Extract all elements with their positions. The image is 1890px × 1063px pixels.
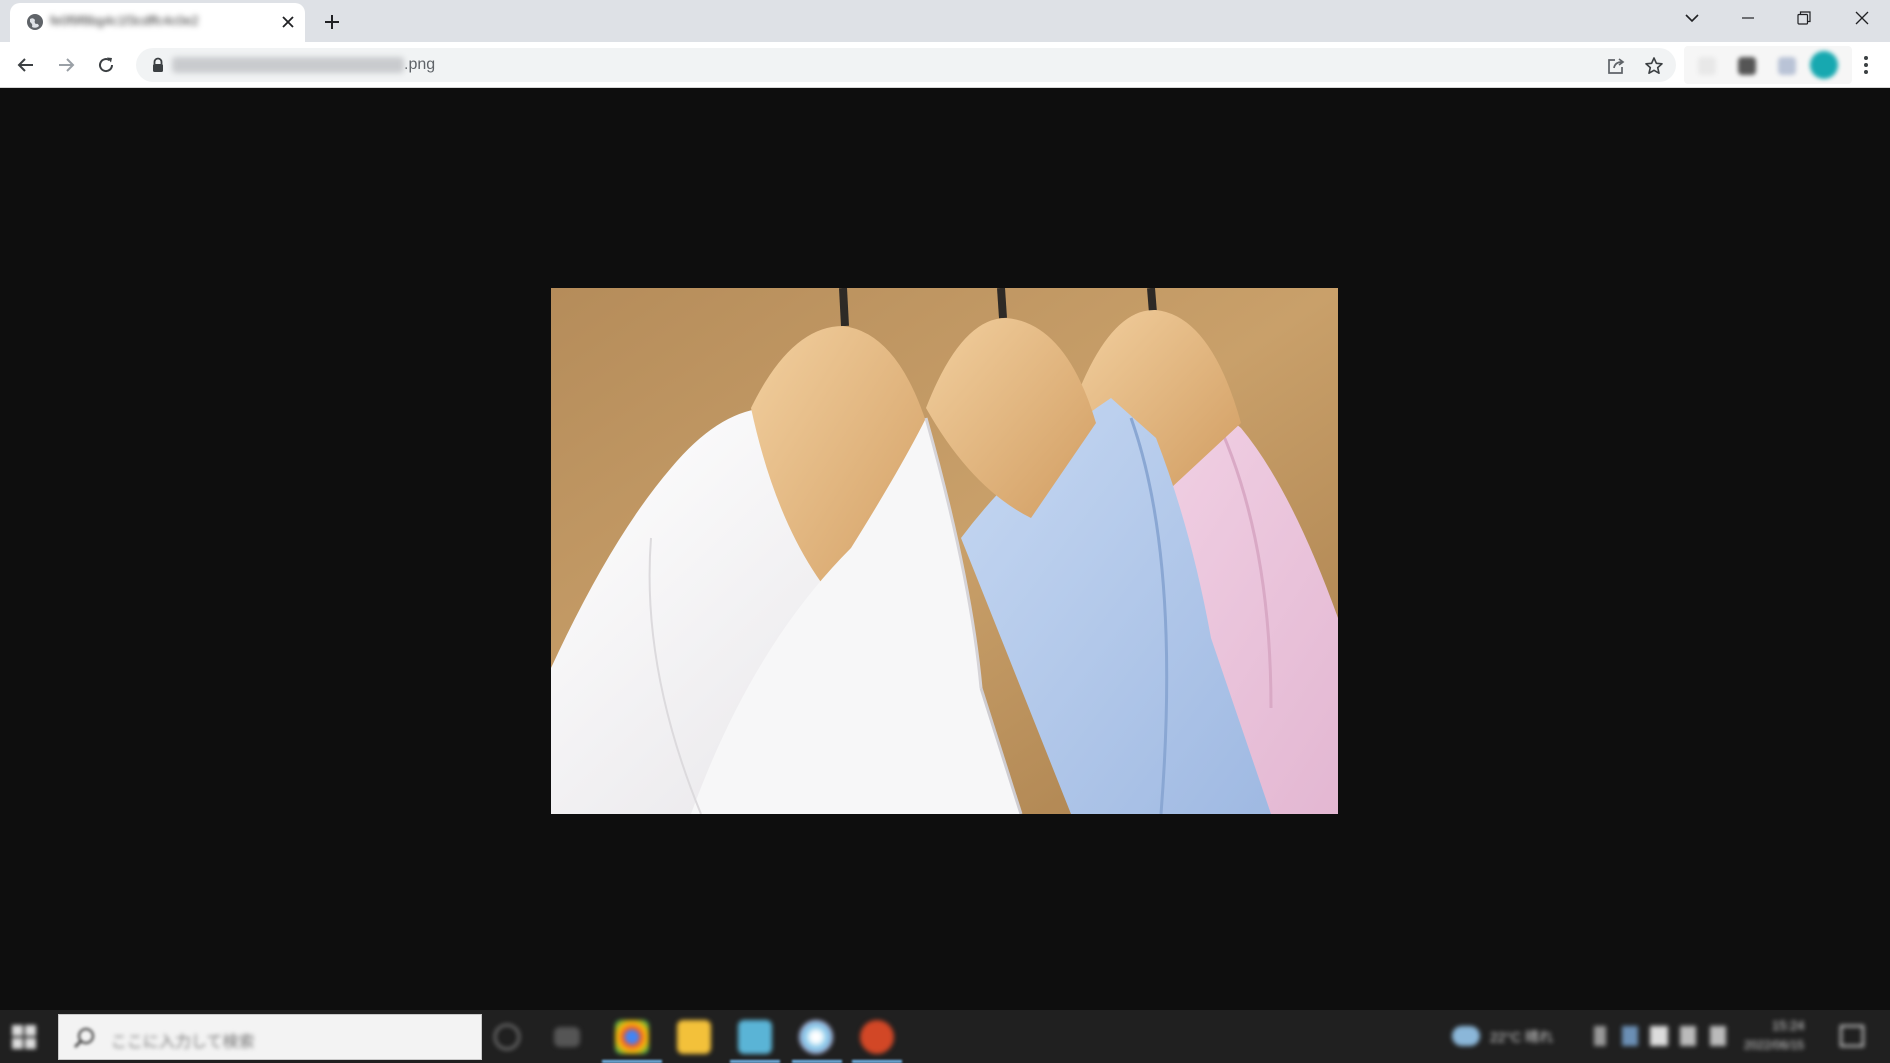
- windows-taskbar: ここに入力して検索 22°C 晴れ 15:24 2022/06/15: [0, 1010, 1890, 1063]
- address-suffix: .png: [404, 56, 436, 73]
- reload-button[interactable]: [90, 49, 122, 81]
- tab-strip: fe0f9f8bg4c1f3cdffc4c0e2: [0, 0, 1890, 42]
- bookmark-button[interactable]: [1642, 54, 1666, 78]
- restore-icon: [1797, 11, 1811, 25]
- taskbar-search-box[interactable]: ここに入力して検索: [58, 1014, 482, 1060]
- search-placeholder: ここに入力して検索: [111, 1034, 255, 1051]
- extension-icon[interactable]: [1778, 57, 1796, 75]
- app-icon[interactable]: [738, 1020, 772, 1054]
- ime-icon[interactable]: [1710, 1026, 1726, 1046]
- minimize-button[interactable]: [1720, 0, 1776, 36]
- back-button[interactable]: [10, 49, 42, 81]
- image-viewer: [0, 88, 1890, 1010]
- minimize-icon: [1742, 17, 1754, 19]
- tab-title: fe0f9f8bg4c1f3cdffc4c0e2: [50, 13, 199, 28]
- star-icon: [1645, 57, 1663, 74]
- tab-close-button[interactable]: [278, 12, 298, 32]
- globe-icon: [27, 14, 43, 30]
- reload-icon: [99, 57, 114, 73]
- share-button[interactable]: [1604, 54, 1628, 78]
- restore-button[interactable]: [1776, 0, 1832, 36]
- share-icon: [1608, 58, 1625, 74]
- volume-icon[interactable]: [1680, 1026, 1696, 1046]
- task-view-icon[interactable]: [554, 1027, 580, 1047]
- chrome-icon[interactable]: [615, 1020, 649, 1054]
- weather-text[interactable]: 22°C 晴れ: [1490, 1027, 1553, 1047]
- shirts-photo[interactable]: [551, 288, 1338, 814]
- lock-icon[interactable]: [150, 57, 166, 73]
- kebab-menu-icon: [1864, 56, 1868, 74]
- notification-icon[interactable]: [1840, 1025, 1864, 1047]
- clock-time[interactable]: 15:24: [1772, 1018, 1805, 1033]
- address-text[interactable]: .png: [172, 56, 435, 74]
- chevron-up-icon[interactable]: [1594, 1026, 1606, 1046]
- clock-date[interactable]: 2022/06/15: [1744, 1038, 1804, 1052]
- windows-start-icon[interactable]: [12, 1025, 36, 1049]
- tab-search-button[interactable]: [1664, 0, 1720, 36]
- powerpoint-icon[interactable]: [860, 1020, 894, 1054]
- close-icon: [1855, 11, 1869, 25]
- window-close-button[interactable]: [1834, 0, 1890, 36]
- plus-icon: [325, 15, 339, 29]
- address-bar[interactable]: .png: [136, 48, 1676, 82]
- extension-icon[interactable]: [1698, 57, 1716, 75]
- weather-icon[interactable]: [1452, 1026, 1480, 1046]
- shirts-image: [551, 288, 1338, 814]
- address-blurred-part: [172, 56, 404, 73]
- file-explorer-icon[interactable]: [677, 1020, 711, 1054]
- browser-menu-button[interactable]: [1854, 51, 1878, 79]
- network-icon[interactable]: [1650, 1026, 1668, 1046]
- new-tab-button[interactable]: [318, 8, 346, 36]
- back-arrow-icon: [17, 58, 33, 72]
- chrome-alt-icon[interactable]: [799, 1020, 833, 1054]
- cortana-icon[interactable]: [494, 1024, 520, 1050]
- tray-app-icon[interactable]: [1622, 1026, 1638, 1046]
- browser-toolbar: .png: [0, 42, 1890, 88]
- forward-button[interactable]: [50, 49, 82, 81]
- search-icon: [74, 1028, 94, 1048]
- close-icon: [282, 16, 294, 28]
- forward-arrow-icon: [59, 58, 75, 72]
- profile-avatar[interactable]: [1810, 51, 1838, 79]
- chevron-down-icon: [1685, 14, 1699, 23]
- extension-icon[interactable]: [1738, 57, 1756, 75]
- browser-tab[interactable]: fe0f9f8bg4c1f3cdffc4c0e2: [10, 3, 305, 42]
